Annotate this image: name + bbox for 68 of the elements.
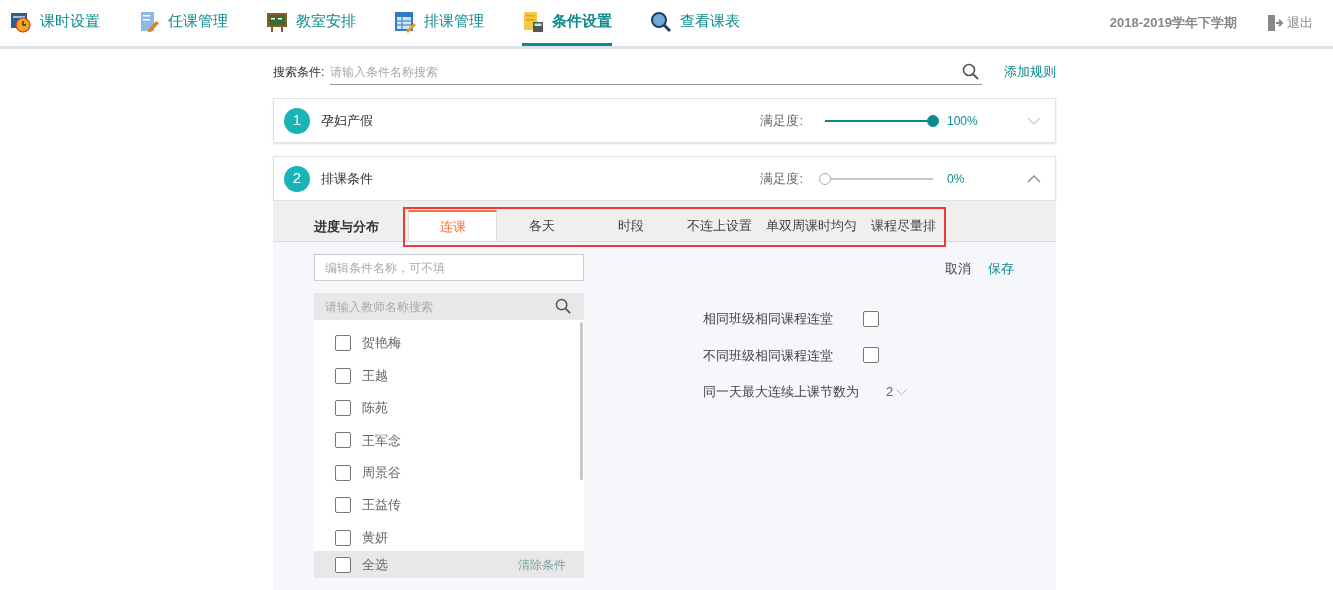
select-all-label: 全选 [362,555,389,574]
nav-tab[interactable]: 课时设置 [10,0,100,46]
checkbox[interactable] [335,432,351,449]
number-badge: 2 [284,165,310,192]
nav-tab[interactable]: 排课管理 [394,0,484,46]
nav-tab[interactable]: 条件设置 [522,0,612,46]
teacher-name: 王军念 [362,431,401,450]
clock-calendar-icon [10,10,32,33]
teacher-name: 周景谷 [362,464,401,482]
number-badge: 1 [284,107,310,134]
satisfaction-label: 满足度: [760,111,803,130]
tab[interactable]: 单双周课时均匀 [764,210,859,241]
tab[interactable]: 连课 [408,210,497,241]
tab[interactable]: 时段 [586,210,675,241]
chalkboard-icon [266,10,288,33]
satisfaction-value: 0% [947,170,966,188]
term-label: 2018-2019学年下学期 [1109,14,1237,33]
checkbox[interactable] [335,556,351,573]
checkbox[interactable] [335,335,351,352]
option-label: 相同班级相同课程连堂 [703,310,834,328]
nav-tab[interactable]: 任课管理 [138,0,228,46]
chevron-up-icon[interactable] [1027,174,1041,183]
satisfaction-value: 100% [947,112,979,130]
checkbox[interactable] [335,529,351,546]
teacher-name: 王越 [362,366,388,385]
satisfaction-label: 满足度: [760,169,803,188]
document-calculator-icon [522,10,544,33]
slider-thumb[interactable] [927,114,939,127]
search-field[interactable]: 请输入条件名称搜索 [330,59,962,84]
tab[interactable]: 各天 [497,210,586,241]
option-label: 不同班级相同课程连堂 [703,346,834,365]
search-label: 搜索条件: [273,64,325,81]
search-icon [650,10,672,33]
teacher-name: 陈苑 [362,399,388,418]
checkbox[interactable] [863,310,879,327]
teacher-name: 贺艳梅 [362,334,401,353]
count-dropdown[interactable]: 2 [886,382,908,402]
notebook-pencil-icon [138,10,160,33]
exit-door-icon [1267,14,1283,32]
caret-icon [896,388,908,395]
logout-link[interactable]: 退出 [1267,13,1313,33]
calendar-grid-icon [394,10,416,33]
section-label: 进度与分布 [314,217,380,236]
tab[interactable]: 课程尽量排 [859,210,948,241]
tab[interactable]: 不连上设置 [675,210,764,241]
checkbox[interactable] [335,464,351,481]
search-icon[interactable] [555,298,572,315]
save-button[interactable]: 保存 [988,259,1014,279]
nav-tab[interactable]: 查看课表 [650,0,740,46]
clear-conditions-link[interactable]: 清除条件 [518,555,566,574]
add-rule-link[interactable]: 添加规则 [1004,62,1056,82]
slider-thumb[interactable] [819,172,831,185]
condition-header[interactable]: 2 排课条件 满足度: 0% [273,156,1056,201]
search-icon[interactable] [962,62,980,81]
nav-tab[interactable]: 教室安排 [266,0,356,46]
checkbox[interactable] [335,367,351,384]
cancel-button[interactable]: 取消 [945,259,971,279]
checkbox[interactable] [335,399,351,416]
scrollbar-thumb[interactable] [580,322,583,480]
condition-name: 排课条件 [321,169,374,188]
teacher-name: 王益传 [362,496,401,515]
checkbox[interactable] [863,347,879,364]
condition-name: 孕妇产假 [321,111,374,130]
name-input[interactable]: 编辑条件名称，可不填 [314,254,584,281]
option-label: 同一天最大连续上课节数为 [703,383,860,401]
checkbox[interactable] [335,497,351,514]
teacher-name: 黄妍 [362,528,388,547]
condition-header[interactable]: 1 孕妇产假 满足度: 100% [273,98,1056,143]
